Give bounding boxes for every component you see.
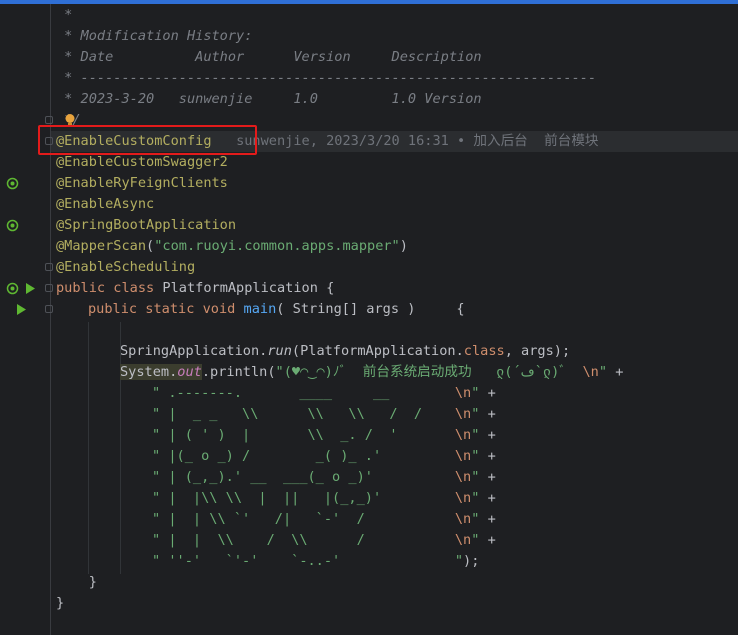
ascii-art-line: " |(_ o _) / _( )_ .' \n" + — [152, 446, 496, 467]
keyword-public: public — [56, 280, 106, 296]
newline-escape: \n — [454, 532, 472, 548]
ascii-art-line: " | |\\ \\ | || |(_,_)' \n" + — [152, 488, 496, 509]
ascii-art-line: " | _ _ \\ \\ \\ / / \n" + — [152, 404, 496, 425]
string-end: " + — [471, 385, 496, 401]
println-statement: System.out.println("(♥◠‿◠)ﾉﾞ 前台系统启动成功 ლ(… — [120, 362, 623, 383]
string-end: " + — [471, 448, 496, 464]
newline-escape: \n — [454, 490, 472, 506]
main-params: ( String[] args ) { — [276, 301, 465, 317]
git-blame-inline[interactable]: sunwenjie, 2023/3/20 16:31 • 加入后台 前台模块 — [236, 133, 598, 149]
annotation-enable-ry-feign-clients: @EnableRyFeignClients — [56, 175, 228, 191]
println-call: .println( — [201, 364, 276, 380]
spring-run-statement: SpringApplication.run(PlatformApplicatio… — [120, 341, 570, 362]
string-end: " + — [471, 490, 496, 506]
out-field: out — [177, 364, 202, 380]
keyword-void: void — [202, 301, 236, 317]
mapper-scan-string: "com.ruoyi.common.apps.mapper" — [154, 238, 400, 254]
annotation-enable-async: @EnableAsync — [56, 196, 155, 212]
newline-escape: \n — [454, 406, 472, 422]
string-end: " + — [471, 511, 496, 527]
annotation-spring-boot-application: @SpringBootApplication — [56, 217, 237, 233]
comment-line: * Modification History: — [56, 28, 253, 44]
keyword-class: class — [463, 343, 505, 359]
keyword-class: class — [113, 280, 155, 296]
editor-top-border — [0, 0, 738, 4]
spring-bean-icon[interactable] — [6, 177, 19, 190]
fold-marker[interactable] — [45, 305, 53, 313]
ascii-art-string: " | _ _ \\ \\ \\ / / — [152, 406, 455, 422]
run-method: run — [267, 343, 292, 359]
ascii-art-line: " | | \\ `' /| `-' / \n" + — [152, 509, 496, 530]
fold-marker[interactable] — [45, 263, 53, 271]
class-name: PlatformApplication { — [154, 280, 335, 296]
spring-bean-icon[interactable] — [6, 282, 19, 295]
newline-escape: \n — [454, 427, 472, 443]
comment-line: * 2023-3-20 sunwenjie 1.0 1.0 Version — [56, 91, 482, 107]
fold-marker[interactable] — [45, 116, 53, 124]
ascii-art-string: " | |\\ \\ | || |(_,_)' — [152, 490, 455, 506]
run-icon[interactable] — [16, 304, 26, 315]
newline-escape: \n — [454, 448, 472, 464]
editor-gutter — [0, 4, 51, 635]
spring-application-ref: SpringApplication. — [120, 343, 268, 359]
ascii-art-line: " .-------. ____ __ \n" + — [152, 383, 496, 404]
close-class-brace: } — [56, 595, 65, 611]
method-name-main: main — [243, 301, 277, 317]
ascii-art-string: " | (_,_).' __ ___(_ o _)' — [152, 469, 455, 485]
highlight-box — [38, 125, 257, 155]
close-main-brace: } — [56, 574, 97, 590]
string-end: " + — [471, 427, 496, 443]
string-end: " + — [471, 532, 496, 548]
ascii-art-line: " | (_,_).' __ ___(_ o _)' \n" + — [152, 467, 496, 488]
ascii-art-string: " | | \\ / \\ / — [152, 532, 455, 548]
run-icon[interactable] — [25, 283, 35, 294]
ascii-art-string: " | | \\ `' /| `-' / — [152, 511, 455, 527]
banner-string: "(♥◠‿◠)ﾉﾞ 前台系统启动成功 ლ(´ڡ`ლ)ﾞ — [275, 364, 583, 380]
newline-escape: \n — [454, 385, 472, 401]
code-line-mapper-scan: @MapperScan("com.ruoyi.common.apps.mappe… — [56, 236, 408, 257]
string-end: "); — [454, 553, 480, 569]
run-args-close: , args); — [504, 343, 571, 359]
annotation-enable-custom-swagger2: @EnableCustomSwagger2 — [56, 154, 228, 170]
newline-escape: \n — [582, 364, 599, 380]
comment-line: * --------------------------------------… — [56, 70, 597, 86]
system-ref: System. — [120, 364, 178, 380]
code-editor[interactable]: * * Modification History: * Date Author … — [0, 0, 738, 635]
run-args-open: (PlatformApplication. — [291, 343, 464, 359]
ascii-art-string: " .-------. ____ __ — [152, 385, 455, 401]
string-end: " + — [471, 469, 496, 485]
ascii-art-line: " | ( ' ) | \\ _. / ' \n" + — [152, 425, 496, 446]
ascii-art-line: " | | \\ / \\ / \n" + — [152, 530, 496, 551]
keyword-static: static — [145, 301, 195, 317]
paren-open: ( — [146, 238, 155, 254]
newline-escape: \n — [454, 511, 472, 527]
annotation-mapper-scan: @MapperScan — [56, 238, 147, 254]
ascii-art-string: " |(_ o _) / _( )_ .' — [152, 448, 455, 464]
ascii-art-string: " | ( ' ) | \\ _. / ' — [152, 427, 455, 443]
keyword-public: public — [88, 301, 138, 317]
comment-line: * Date Author Version Description — [56, 49, 482, 65]
fold-marker[interactable] — [45, 284, 53, 292]
string-end: " + — [471, 406, 496, 422]
spring-bean-icon[interactable] — [6, 219, 19, 232]
ascii-art-line: " ''-' `'-' `-..-' "); — [152, 551, 479, 572]
paren-close: ) — [399, 238, 408, 254]
comment-line: * — [56, 7, 73, 23]
indent-guide — [88, 322, 89, 574]
class-declaration: public class PlatformApplication { — [56, 278, 334, 299]
string-end: " + — [598, 364, 624, 380]
newline-escape: \n — [454, 469, 472, 485]
annotation-enable-scheduling: @EnableScheduling — [56, 259, 196, 275]
main-method-declaration: public static void main( String[] args )… — [88, 299, 465, 320]
ascii-art-string: " ''-' `'-' `-..-' — [152, 553, 455, 569]
